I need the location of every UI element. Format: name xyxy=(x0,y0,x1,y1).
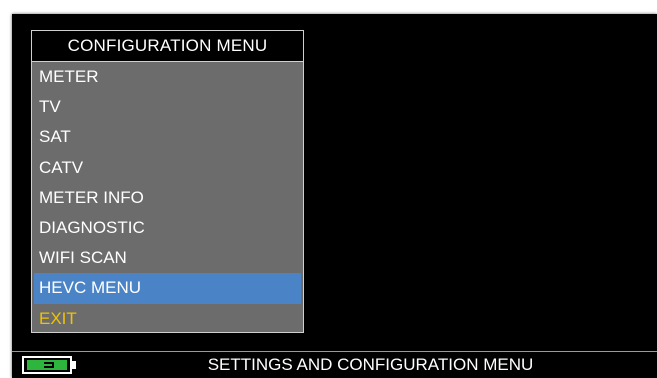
status-bar: SETTINGS AND CONFIGURATION MENU xyxy=(12,351,657,378)
menu-item-hevc-menu[interactable]: HEVC MENU xyxy=(34,273,301,304)
menu-title: CONFIGURATION MENU xyxy=(32,31,303,62)
menu-item-diagnostic[interactable]: DIAGNOSTIC xyxy=(32,213,303,243)
battery-charging-icon xyxy=(22,356,72,374)
status-text: SETTINGS AND CONFIGURATION MENU xyxy=(207,355,534,374)
menu-item-exit[interactable]: EXIT xyxy=(32,304,303,334)
menu-item-meter-info[interactable]: METER INFO xyxy=(32,183,303,213)
plug-icon xyxy=(44,362,54,368)
menu-item-tv[interactable]: TV xyxy=(32,92,303,122)
menu-item-wifi-scan[interactable]: WIFI SCAN xyxy=(32,243,303,273)
menu-item-sat[interactable]: SAT xyxy=(32,122,303,152)
menu-item-meter[interactable]: METER xyxy=(32,62,303,92)
menu-item-catv[interactable]: CATV xyxy=(32,153,303,183)
battery-level-fill xyxy=(27,360,67,370)
menu-list: METER TV SAT CATV METER INFO DIAGNOSTIC … xyxy=(32,62,303,334)
configuration-menu: CONFIGURATION MENU METER TV SAT CATV MET… xyxy=(31,30,304,333)
device-screen: CONFIGURATION MENU METER TV SAT CATV MET… xyxy=(12,14,657,378)
battery-terminal xyxy=(72,361,76,369)
